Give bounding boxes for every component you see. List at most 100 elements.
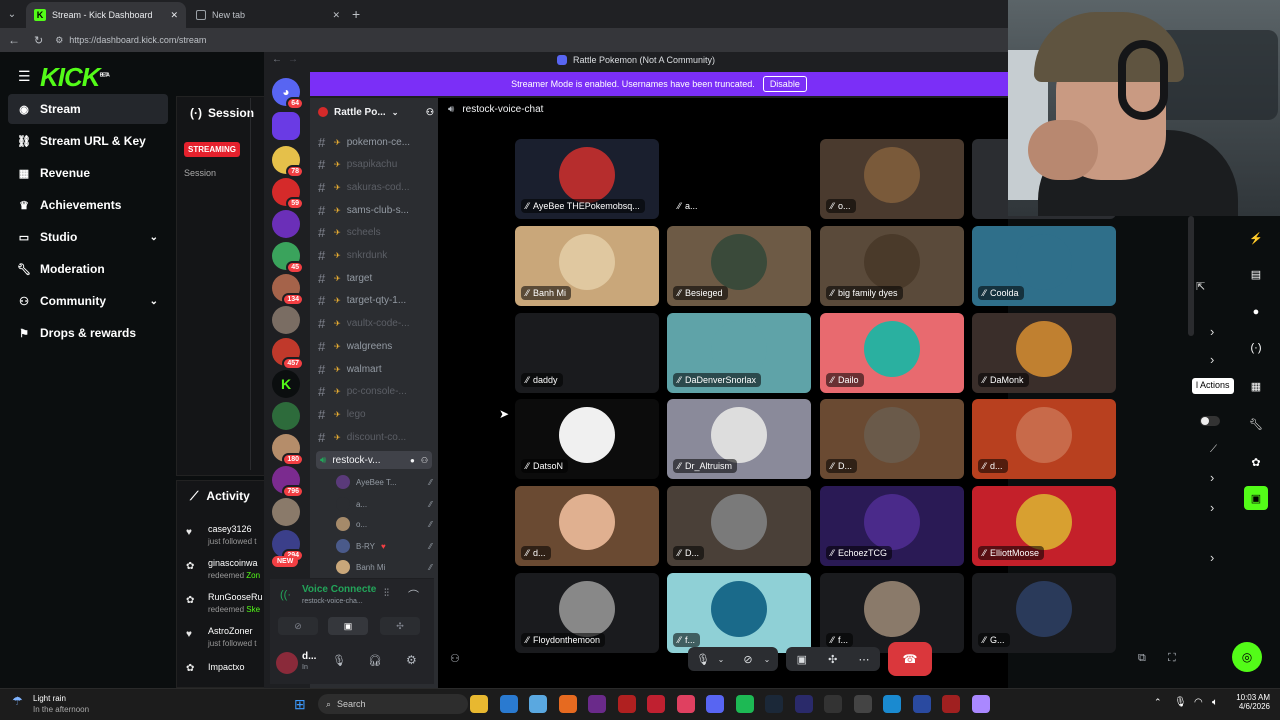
windows-start-icon[interactable]: ⊞ — [294, 696, 306, 713]
spotify-icon[interactable] — [735, 695, 754, 713]
edge-icon[interactable] — [499, 695, 518, 713]
server-icon[interactable]: 78 — [272, 146, 304, 178]
add-member-icon[interactable]: ⚇ — [426, 107, 434, 118]
nav-stream-url-key[interactable]: ⛓ Stream URL & Key — [8, 126, 168, 156]
popout-icon[interactable]: ⧉ — [1138, 652, 1146, 665]
participant-tile[interactable]: ⁄⁄ DaMonk — [972, 313, 1116, 393]
text-channel[interactable]: # ✈ psapikachu — [318, 156, 434, 174]
voice-user[interactable]: AyeBee T... ⁄⁄ — [336, 473, 432, 491]
kick-server-icon[interactable]: K — [272, 370, 300, 398]
server-icon[interactable] — [272, 498, 300, 526]
participant-tile[interactable]: ⁄⁄ f... — [667, 573, 811, 653]
new-tab-plus-icon[interactable]: + — [352, 6, 360, 22]
app-icon[interactable] — [647, 695, 665, 713]
tab-kick-dashboard[interactable]: K Stream - Kick Dashboard ✕ — [26, 2, 186, 28]
server-icon[interactable]: 180 — [272, 434, 304, 466]
app-icon[interactable] — [942, 695, 960, 713]
nav-studio[interactable]: ▭ Studio ⌄ — [8, 222, 168, 252]
text-channel[interactable]: # ✈ target — [318, 269, 434, 287]
tab-search-icon[interactable]: ⌄ — [4, 6, 20, 22]
steam-icon[interactable] — [765, 695, 783, 713]
lightning-icon[interactable]: ⚡ — [1244, 226, 1268, 250]
chevron-right-icon[interactable]: › — [1210, 324, 1214, 339]
server-icon[interactable]: 796 — [272, 466, 304, 498]
back-arrow-icon[interactable]: ← — [8, 33, 20, 47]
participant-tile[interactable]: ⁄⁄ AyeBee THEPokemobsq... — [515, 139, 659, 219]
participant-tile[interactable]: ⁄⁄ Dr_Altruism — [667, 399, 811, 479]
participant-tile[interactable]: ⁄⁄ G... — [972, 573, 1116, 653]
weather-title[interactable]: Light rain — [33, 694, 66, 703]
participant-tile[interactable]: ⁄⁄ f... — [820, 573, 964, 653]
fullscreen-icon[interactable]: ⛶ — [1168, 652, 1176, 665]
participant-tile[interactable]: ⁄⁄ d... — [972, 399, 1116, 479]
chevron-right-icon[interactable]: › — [1210, 500, 1214, 515]
close-tab-icon[interactable]: ✕ — [170, 10, 178, 21]
server-icon[interactable] — [272, 112, 300, 140]
forward-arrow-icon[interactable]: → — [288, 54, 298, 65]
tab-new-tab[interactable]: New tab ✕ — [188, 2, 348, 28]
nav-achievements[interactable]: ♛ Achievements — [8, 190, 168, 220]
camera-off-icon[interactable]: ⊘ — [736, 648, 760, 670]
chevron-right-icon[interactable]: › — [1210, 352, 1214, 367]
toggle-switch[interactable] — [1200, 416, 1220, 426]
disconnect-icon[interactable]: ⌒ — [408, 587, 419, 603]
participant-tile[interactable]: ⁄⁄ D... — [667, 486, 811, 566]
scrollbar[interactable] — [1188, 216, 1194, 336]
app-icon[interactable] — [588, 695, 606, 713]
participant-tile[interactable]: ⁄⁄ D... — [820, 399, 964, 479]
screen-share-button[interactable]: ▣ — [328, 617, 368, 635]
more-options-icon[interactable]: ⋯ — [858, 648, 869, 670]
volume-icon[interactable]: 🔈︎ — [1212, 697, 1218, 708]
nav-moderation[interactable]: 🔧︎ Moderation — [8, 254, 168, 284]
voice-user[interactable]: B-RY ♥ ⁄⁄ — [336, 537, 432, 555]
text-channel[interactable]: # ✈ walgreens — [318, 337, 434, 355]
participant-tile[interactable]: ⁄⁄ big family dyes — [820, 226, 964, 306]
app-icon[interactable] — [971, 695, 990, 713]
user-avatar[interactable] — [276, 652, 298, 674]
server-icon[interactable]: 45 — [272, 242, 304, 274]
chevron-down-icon[interactable]: ⌄ — [760, 648, 774, 670]
microphone-icon[interactable]: 🎙︎ — [1174, 697, 1187, 708]
participant-tile[interactable]: ⁄⁄ daddy — [515, 313, 659, 393]
activities-button[interactable]: ✣ — [380, 617, 420, 635]
studio-icon[interactable]: ▣ — [1244, 486, 1268, 510]
text-channel[interactable]: # ✈ vaultx-code-... — [318, 315, 434, 333]
camera-off-button[interactable]: ⊘ — [278, 617, 318, 635]
screen-share-icon[interactable]: ▣ — [797, 648, 807, 670]
file-explorer-icon[interactable] — [470, 695, 488, 713]
expand-icon[interactable]: ⇱ — [1196, 280, 1205, 293]
music-icon[interactable] — [676, 695, 695, 713]
wifi-icon[interactable]: ◠ — [1194, 697, 1203, 708]
participant-tile[interactable]: ⁄⁄ d... — [515, 486, 659, 566]
help-chat-icon[interactable]: ◎ — [1232, 642, 1262, 672]
chat-icon[interactable]: ● — [1244, 300, 1268, 324]
discord-icon[interactable] — [706, 695, 724, 713]
participant-tile[interactable]: ⁄⁄ Coolda — [972, 226, 1116, 306]
app-icon[interactable] — [853, 695, 872, 713]
app-icon[interactable] — [883, 695, 901, 713]
server-icon[interactable]: 134 — [272, 274, 304, 306]
nav-revenue[interactable]: ▦ Revenue — [8, 158, 168, 188]
participant-tile[interactable]: ⁄⁄ o... — [820, 139, 964, 219]
pokeball-server-icon[interactable]: 59 — [272, 178, 304, 210]
invite-icon[interactable]: ⚇ — [450, 652, 460, 665]
text-channel[interactable]: # ✈ target-qty-1... — [318, 292, 434, 310]
kick-logo[interactable]: KICKBETA — [40, 62, 110, 93]
back-arrow-icon[interactable]: ← — [272, 54, 282, 65]
clock[interactable]: 10:03 AM 4/6/2026 — [1234, 693, 1270, 711]
quick-actions-icon[interactable]: ▦ — [1244, 374, 1268, 398]
participant-tile[interactable]: ⁄⁄ DatsoN — [515, 399, 659, 479]
participant-tile[interactable]: ⁄⁄ ElliottMoose — [972, 486, 1116, 566]
microphone-icon[interactable]: 🎙︎ — [332, 654, 346, 667]
disable-button[interactable]: Disable — [762, 76, 807, 92]
server-icon[interactable] — [272, 210, 300, 238]
noise-suppression-icon[interactable]: ⫶⫶ — [384, 588, 389, 599]
chart-icon[interactable]: ⟋ — [1210, 444, 1217, 455]
participant-tile[interactable]: ⁄⁄ EchoezTCG — [820, 486, 964, 566]
headphones-icon[interactable]: 🎧︎ — [368, 654, 382, 667]
participant-tile[interactable]: ⁄⁄ Floydonthemoon — [515, 573, 659, 653]
chevron-right-icon[interactable]: › — [1210, 470, 1214, 485]
participant-tile[interactable]: ⁄⁄ Banh Mi — [515, 226, 659, 306]
firefox-icon[interactable] — [558, 695, 577, 713]
voice-user[interactable]: a... ⁄⁄ — [336, 495, 432, 513]
